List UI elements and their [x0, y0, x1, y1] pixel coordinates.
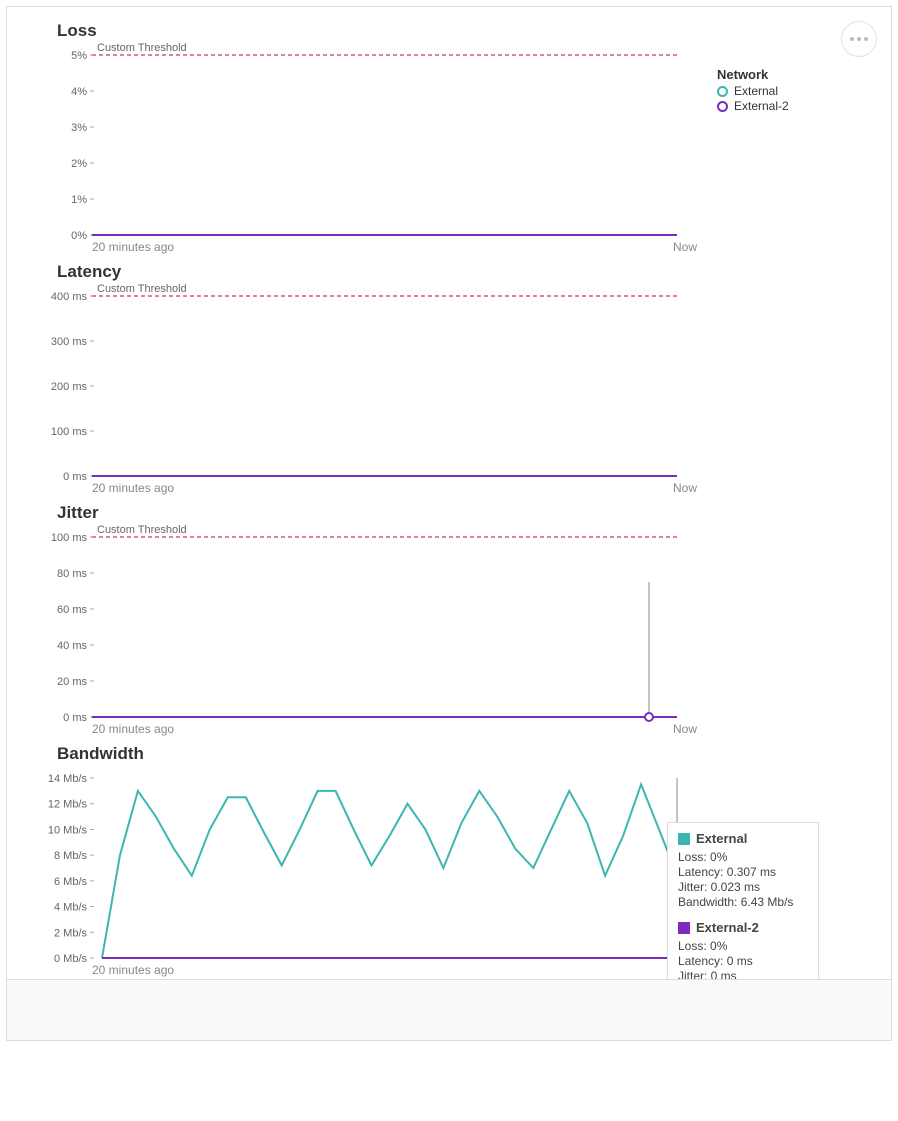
tooltip-row: Latency: 0 ms [678, 954, 808, 968]
svg-text:80 ms: 80 ms [57, 568, 87, 580]
svg-text:0 ms: 0 ms [63, 712, 87, 724]
svg-text:0%: 0% [71, 230, 87, 242]
x-start-label: 20 minutes ago [92, 722, 174, 736]
tooltip-row: Jitter: 0.023 ms [678, 880, 808, 894]
x-end-label: Now [673, 722, 697, 736]
chart-title: Loss [57, 21, 697, 41]
svg-text:4%: 4% [71, 86, 87, 98]
chart-plot-latency[interactable]: 400 ms300 ms200 ms100 ms0 ms Custom Thre… [57, 286, 697, 476]
chart-title: Jitter [57, 503, 697, 523]
svg-text:300 ms: 300 ms [51, 336, 88, 348]
legend-item-external-2[interactable]: External-2 [717, 99, 789, 113]
svg-text:3%: 3% [71, 122, 87, 134]
hover-point-external-2 [645, 713, 653, 721]
threshold-label: Custom Threshold [97, 42, 187, 54]
threshold-label: Custom Threshold [97, 524, 187, 536]
more-menu-button[interactable] [841, 21, 877, 57]
svg-text:4 Mb/s: 4 Mb/s [54, 902, 88, 914]
uplink-health-panel: Network External External-2 Loss 5% 4% 3% 2… [6, 6, 892, 1041]
svg-text:400 ms: 400 ms [51, 291, 88, 303]
svg-text:0 Mb/s: 0 Mb/s [54, 953, 88, 965]
svg-text:60 ms: 60 ms [57, 604, 87, 616]
network-legend: Network External External-2 [717, 67, 789, 114]
chart-plot-jitter[interactable]: 100 ms80 ms60 ms40 ms20 ms0 ms Custom Th… [57, 527, 697, 717]
x-start-label: 20 minutes ago [92, 481, 174, 495]
chart-title: Bandwidth [57, 744, 697, 764]
legend-item-external[interactable]: External [717, 84, 789, 98]
series-external [102, 784, 677, 958]
chart-plot-loss[interactable]: 5%4%3%2%1%0% Custom Threshold [57, 45, 697, 235]
chart-latency: Latency 400 ms300 ms200 ms100 ms0 ms Cus… [57, 262, 697, 495]
svg-text:100 ms: 100 ms [51, 532, 88, 544]
svg-text:10 Mb/s: 10 Mb/s [48, 824, 88, 836]
legend-label: External [734, 84, 778, 98]
chart-jitter: Jitter 100 ms80 ms60 ms40 ms20 ms0 ms Cu… [57, 503, 697, 736]
legend-label: External-2 [734, 99, 789, 113]
svg-text:1%: 1% [71, 194, 87, 206]
tooltip-series-name: External [696, 831, 747, 846]
threshold-label: Custom Threshold [97, 283, 187, 295]
tooltip-row: Bandwidth: 6.43 Mb/s [678, 895, 808, 909]
svg-text:6 Mb/s: 6 Mb/s [54, 876, 88, 888]
panel-footer [7, 979, 891, 1040]
tooltip-row: Latency: 0.307 ms [678, 865, 808, 879]
svg-text:100 ms: 100 ms [51, 426, 88, 438]
x-end-label: Now [673, 240, 697, 254]
x-start-label: 20 minutes ago [92, 963, 174, 977]
x-end-label: Now [673, 481, 697, 495]
svg-text:40 ms: 40 ms [57, 640, 87, 652]
chart-loss: Loss 5% 4% 3% 2% 1% 0% Custom Threshold 20 mi… [57, 21, 697, 254]
x-start-label: 20 minutes ago [92, 240, 174, 254]
tooltip-series-name: External-2 [696, 920, 759, 935]
svg-text:8 Mb/s: 8 Mb/s [54, 850, 88, 862]
svg-text:2%: 2% [71, 158, 87, 170]
tooltip-row: Loss: 0% [678, 939, 808, 953]
svg-text:12 Mb/s: 12 Mb/s [48, 799, 88, 811]
legend-title: Network [717, 67, 789, 82]
svg-text:0 ms: 0 ms [63, 471, 87, 483]
svg-text:20 ms: 20 ms [57, 676, 87, 688]
chart-plot-bandwidth[interactable]: 14 Mb/s12 Mb/s10 Mb/s8 Mb/s6 Mb/s4 Mb/s2… [57, 768, 697, 958]
tooltip-row: Loss: 0% [678, 850, 808, 864]
svg-text:200 ms: 200 ms [51, 381, 88, 393]
svg-text:2 Mb/s: 2 Mb/s [54, 927, 88, 939]
svg-text:14 Mb/s: 14 Mb/s [48, 773, 88, 785]
chart-bandwidth: Bandwidth 14 Mb/s12 Mb/s10 Mb/s8 Mb/s6 M… [57, 744, 697, 977]
svg-text:5%: 5% [71, 50, 87, 62]
chart-title: Latency [57, 262, 697, 282]
